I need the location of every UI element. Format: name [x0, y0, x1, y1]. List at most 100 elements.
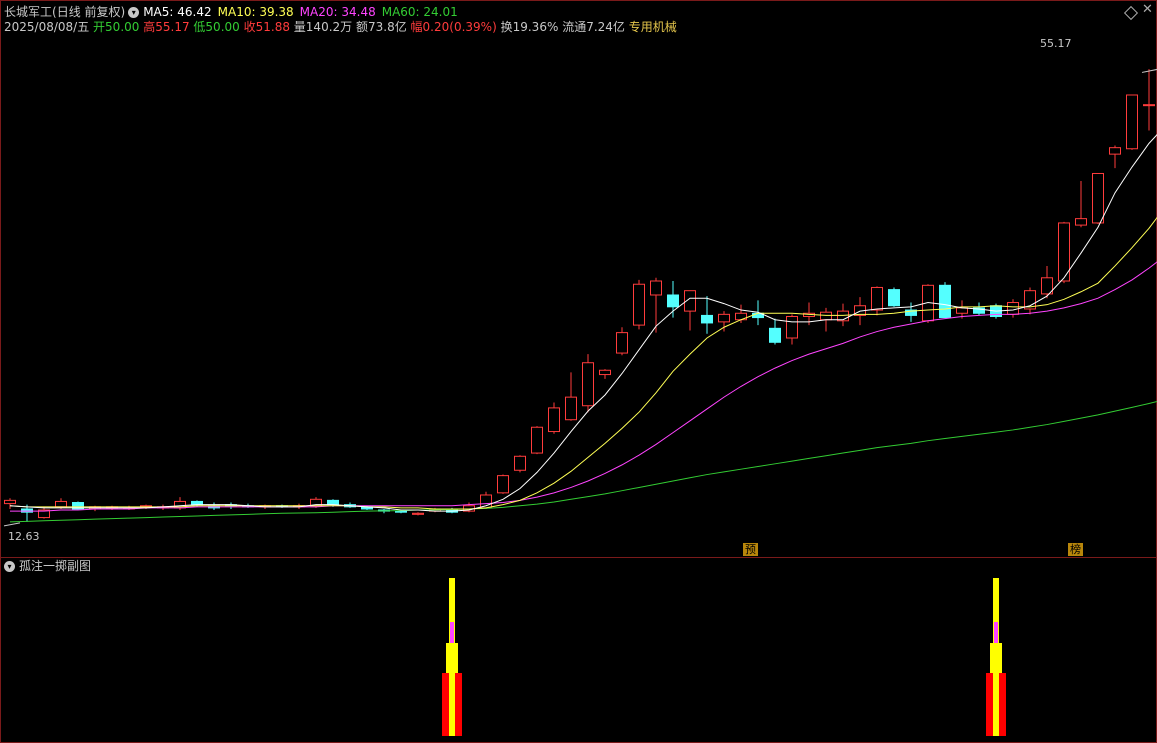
candle-body [616, 332, 628, 354]
candle-body [4, 499, 16, 505]
candle[interactable] [786, 314, 798, 345]
ma-settings-icon[interactable]: ▾ [128, 6, 140, 18]
candle-body [55, 500, 67, 508]
candle-body [1143, 104, 1155, 107]
candle[interactable] [616, 327, 628, 356]
stock-info-bar: 长城军工(日线 前复权) ▾ MA5: 46.42 MA10: 39.38 MA20: … [4, 4, 464, 20]
candle-body [939, 284, 951, 319]
candle[interactable] [497, 474, 509, 494]
float-cap-value: 流通7.24亿 [562, 20, 625, 34]
candle[interactable] [531, 426, 543, 455]
candle[interactable] [871, 286, 883, 316]
candle[interactable] [4, 498, 16, 509]
candle[interactable] [412, 512, 424, 516]
ma20-value: MA20: 34.48 [299, 5, 376, 19]
close-value: 收51.88 [243, 20, 290, 34]
candle[interactable] [701, 296, 713, 334]
candle-body [786, 315, 798, 339]
volume-value: 量140.2万 [293, 20, 353, 34]
ma10-line [9, 216, 1157, 510]
candle[interactable] [1075, 181, 1087, 228]
candle[interactable] [1109, 145, 1121, 169]
ma60-value: MA60: 24.01 [381, 5, 458, 19]
candle-body [956, 307, 968, 314]
candle-body [1126, 94, 1138, 150]
candle[interactable] [718, 311, 730, 332]
candle[interactable] [55, 498, 67, 509]
candle-body [565, 396, 577, 421]
forecast-tag[interactable]: 预 [743, 543, 758, 556]
candle[interactable] [1092, 172, 1104, 225]
candle[interactable] [38, 506, 50, 519]
low-arrow [3, 522, 21, 527]
candle[interactable] [582, 354, 594, 413]
candle[interactable] [1024, 287, 1036, 315]
candle-body [888, 289, 900, 307]
peak-price-label: 55.17 [1040, 37, 1072, 50]
date-label: 2025/08/08/五 [4, 20, 90, 34]
candle-body [395, 510, 407, 513]
subchart-title[interactable]: 孤注一掷副图 [19, 559, 91, 573]
stock-name[interactable]: 长城军工 [4, 5, 52, 19]
candle[interactable] [1143, 69, 1155, 131]
candle-body [871, 286, 883, 311]
low-value: 低50.00 [193, 20, 240, 34]
candle-body [531, 426, 543, 454]
indicator-subchart[interactable] [0, 558, 1157, 741]
candle[interactable] [1058, 221, 1070, 284]
subchart-settings-icon[interactable]: ▾ [4, 560, 15, 572]
candle[interactable] [633, 279, 645, 330]
candle[interactable] [514, 455, 526, 473]
candle-body [650, 280, 662, 296]
candle[interactable] [667, 281, 679, 318]
ranking-tag[interactable]: 榜 [1068, 543, 1083, 556]
candle-body [769, 327, 781, 343]
indicator-magenta-bar [450, 622, 454, 643]
indicator-yellow-block [990, 643, 1002, 673]
candle-body [599, 369, 611, 376]
quote-info-bar: 2025/08/08/五 开50.00 高55.17 低50.00 收51.88… [4, 19, 677, 35]
candle[interactable] [769, 318, 781, 345]
candle[interactable] [1126, 94, 1138, 150]
candle-body [718, 313, 730, 323]
candle-body [327, 499, 339, 506]
high-value: 高55.17 [143, 20, 190, 34]
close-icon[interactable]: ✕ [1142, 3, 1153, 17]
sector-label[interactable]: 专用机械 [629, 20, 677, 34]
candle[interactable] [72, 501, 84, 511]
candle[interactable] [208, 502, 220, 511]
candle[interactable] [684, 290, 696, 331]
candle[interactable] [1041, 265, 1053, 299]
low-price-label: 12.63 [8, 530, 40, 543]
indicator-magenta-bar [994, 622, 998, 643]
candle-body [21, 508, 33, 513]
candle[interactable] [548, 402, 560, 434]
candle[interactable] [939, 282, 951, 319]
candle-body [412, 512, 424, 515]
candle-body [820, 311, 832, 321]
candle[interactable] [888, 287, 900, 307]
candle-body [548, 407, 560, 433]
candle-body [1109, 147, 1121, 155]
candlestick-chart[interactable] [0, 0, 1157, 557]
candle-body [701, 314, 713, 324]
candle-body [1075, 218, 1087, 226]
subchart-title-bar: ▾ 孤注一掷副图 [4, 559, 91, 573]
candle-body [1092, 172, 1104, 224]
amount-value: 额73.8亿 [355, 20, 407, 34]
candle[interactable] [276, 504, 288, 508]
ma10-value: MA10: 39.38 [217, 5, 294, 19]
change-value: 幅0.20(0.39%) [410, 20, 497, 34]
turnover-value: 换19.36% [500, 20, 559, 34]
candle-body [514, 455, 526, 471]
candle[interactable] [650, 277, 662, 333]
candle[interactable] [565, 372, 577, 421]
open-value: 开50.00 [93, 20, 140, 34]
ma5-line [9, 134, 1157, 512]
indicator-yellow-block [446, 643, 458, 673]
period-label[interactable]: (日线 前复权) [52, 5, 125, 19]
candle-body [582, 362, 594, 407]
candle[interactable] [599, 369, 611, 379]
candle-body [497, 475, 509, 494]
candle-body [1007, 302, 1019, 315]
